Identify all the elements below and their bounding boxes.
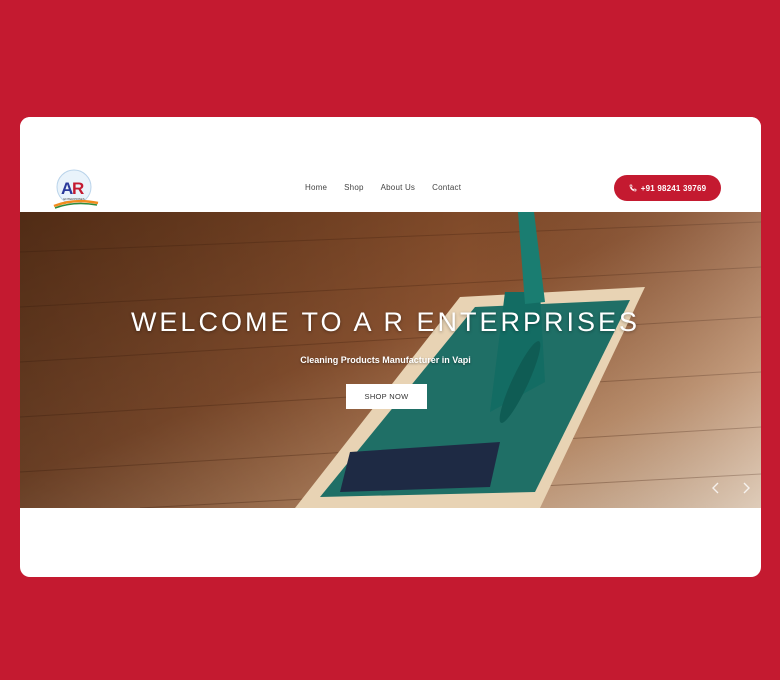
chevron-left-icon[interactable] — [710, 482, 722, 494]
nav-about-us[interactable]: About Us — [381, 183, 416, 192]
svg-text:R: R — [72, 179, 84, 198]
hero-title: WELCOME TO A R ENTERPRISES — [130, 307, 641, 337]
nav-contact[interactable]: Contact — [432, 183, 461, 192]
hero-slider: WELCOME TO A R ENTERPRISES Cleaning Prod… — [20, 212, 761, 508]
nav-home[interactable]: Home — [305, 183, 327, 192]
shop-now-button[interactable]: SHOP NOW — [346, 384, 427, 409]
nav-shop[interactable]: Shop — [344, 183, 363, 192]
logo[interactable]: A R ENTERPRISES — [52, 167, 100, 211]
phone-icon — [629, 184, 637, 192]
site-header: A R ENTERPRISES Home Shop About Us Conta… — [20, 117, 761, 212]
site-card: A R ENTERPRISES Home Shop About Us Conta… — [20, 117, 761, 577]
hero-subtitle: Cleaning Products Manufacturer in Vapi — [300, 355, 471, 365]
chevron-right-icon[interactable] — [740, 482, 752, 494]
phone-number: +91 98241 39769 — [640, 183, 707, 193]
main-nav: Home Shop About Us Contact — [305, 183, 478, 192]
phone-button[interactable]: +91 98241 39769 — [614, 175, 721, 201]
logo-icon: A R ENTERPRISES — [53, 169, 99, 209]
